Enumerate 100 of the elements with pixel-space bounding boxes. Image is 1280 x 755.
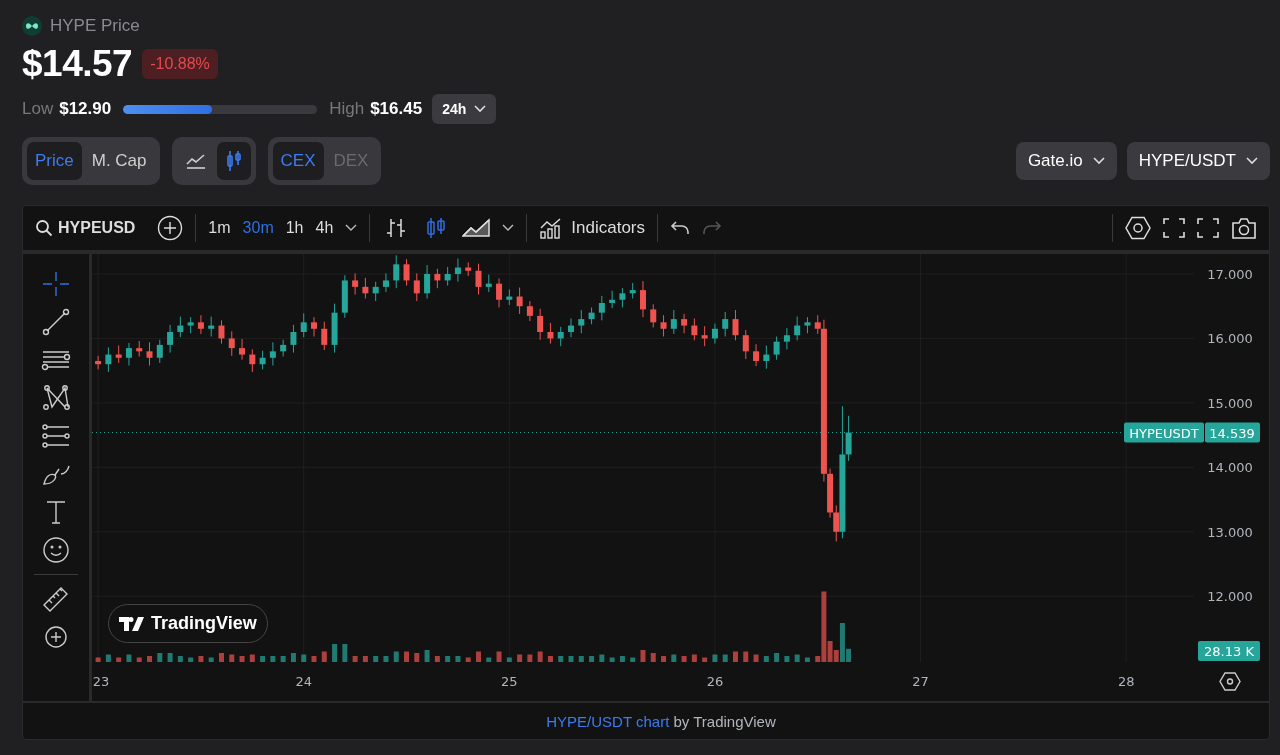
- candle-chart-toggle[interactable]: [216, 142, 251, 180]
- candlestick: [331, 303, 338, 354]
- period-dropdown[interactable]: 24h: [432, 94, 497, 124]
- candlestick: [650, 303, 657, 328]
- date-axis-label: 28: [1117, 674, 1135, 689]
- candlestick: [280, 339, 287, 357]
- interval-button[interactable]: 1m: [208, 219, 231, 237]
- candlestick: [239, 338, 246, 361]
- candlestick: [732, 309, 739, 341]
- candlestick: [156, 339, 163, 364]
- candlestick: [249, 348, 256, 373]
- candlestick: [537, 308, 544, 341]
- redo-icon[interactable]: [702, 220, 722, 236]
- undo-icon[interactable]: [670, 220, 690, 236]
- candlestick: [311, 316, 317, 337]
- candlestick: [711, 323, 718, 345]
- chart-attribution: HYPE/USDT chart by TradingView: [546, 712, 776, 730]
- chevron-icon[interactable]: [502, 224, 515, 232]
- candlestick: [557, 326, 564, 347]
- candlestick: [496, 278, 503, 308]
- exchange-dropdown[interactable]: HYPE/USDT: [1126, 142, 1270, 180]
- candlestick: [382, 272, 389, 293]
- candlestick: [136, 340, 143, 357]
- line-chart-icon: [184, 152, 207, 170]
- date-axis-label: 24: [295, 674, 312, 689]
- candlestick: [434, 268, 441, 289]
- candlestick: [95, 355, 102, 370]
- price-value: $14.57: [22, 43, 133, 85]
- candlestick: [105, 346, 112, 373]
- candlestick: [763, 345, 770, 370]
- trend-line-tool-icon[interactable]: [41, 308, 71, 336]
- candlestick: [321, 321, 328, 351]
- pattern-tool-icon[interactable]: [41, 384, 71, 412]
- settings-icon[interactable]: [1219, 672, 1241, 691]
- candlestick: [609, 290, 616, 309]
- candlestick: [742, 329, 749, 360]
- candlestick: [393, 254, 400, 289]
- candlestick: [218, 319, 225, 345]
- candlestick: [352, 272, 359, 296]
- candlestick: [485, 274, 492, 293]
- chart-link[interactable]: HYPE/USDT chart: [546, 712, 670, 730]
- chevron-icon[interactable]: [345, 224, 358, 232]
- price-tag: HYPEUSDT: [1124, 422, 1204, 443]
- candlestick: [444, 266, 451, 287]
- candlestick: [794, 316, 801, 341]
- candlestick: [146, 341, 153, 366]
- fib-tool-icon[interactable]: [41, 422, 71, 450]
- date-axis-label: 25: [501, 674, 518, 689]
- candlestick: [629, 282, 636, 299]
- candlestick: [197, 314, 204, 335]
- high-label: High: [329, 99, 365, 119]
- price-axis-label: 14.000: [1207, 460, 1253, 476]
- candlestick: [681, 313, 688, 334]
- symbol-search-button[interactable]: HYPEUSD: [35, 219, 136, 237]
- low-value: $12.90: [59, 99, 112, 119]
- coin-title: HYPE Price: [50, 16, 140, 36]
- toggle-option[interactable]: Price: [27, 142, 82, 180]
- exchange-dropdown[interactable]: Gate.io: [1015, 142, 1117, 180]
- interval-button[interactable]: 4h: [315, 219, 334, 237]
- emoji-tool-icon[interactable]: [41, 536, 71, 564]
- date-axis-label: 23: [92, 674, 110, 689]
- toggle-option[interactable]: M. Cap: [83, 142, 155, 180]
- price-axis-label: 17.000: [1207, 267, 1253, 282]
- candlestick: [177, 316, 184, 338]
- interval-button[interactable]: 30m: [242, 219, 274, 237]
- date-axis-label: 27: [912, 674, 929, 689]
- chevron-icon: [474, 105, 487, 113]
- add-symbol-icon[interactable]: [157, 215, 184, 241]
- candlestick: [506, 288, 513, 306]
- candlestick: [125, 342, 132, 366]
- camera-icon[interactable]: [1231, 217, 1257, 239]
- candlestick: [660, 314, 667, 337]
- candlestick: [300, 312, 307, 338]
- toggle-option[interactable]: CEX: [272, 142, 324, 180]
- candlestick: [670, 309, 677, 335]
- candlestick: [578, 309, 585, 334]
- candlestick: [403, 258, 410, 287]
- low-label: Low: [22, 99, 54, 119]
- tradingview-logo-text: TradingView: [151, 613, 257, 634]
- settings-icon[interactable]: [1125, 216, 1151, 240]
- candlestick: [691, 317, 698, 341]
- candlestick: [753, 343, 760, 367]
- interval-button[interactable]: 1h: [285, 219, 304, 237]
- date-axis-label: 26: [706, 674, 724, 689]
- candlestick: [208, 316, 215, 337]
- candlestick: [804, 316, 811, 334]
- area-chart-icon[interactable]: [462, 217, 491, 239]
- candlestick: [372, 281, 379, 302]
- candlestick: [259, 350, 266, 370]
- crosshair-tool-icon[interactable]: [41, 270, 71, 298]
- indicators-button[interactable]: Indicators: [539, 217, 645, 239]
- fullscreen-icon[interactable]: [1163, 217, 1185, 239]
- candlestick: [588, 307, 595, 325]
- fullscreen-icon[interactable]: [1197, 217, 1219, 239]
- candlestick: [568, 317, 574, 338]
- price-axis-label: 16.000: [1207, 331, 1253, 347]
- price-value-tag: 14.539: [1205, 422, 1260, 443]
- candlestick: [547, 322, 554, 345]
- tradingview-badge[interactable]: TradingView: [108, 604, 268, 643]
- candlestick: [598, 295, 605, 321]
